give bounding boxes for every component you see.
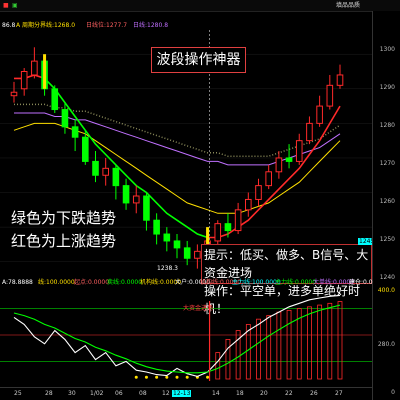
menu-icon[interactable]: ■ [3,2,9,9]
window-icon[interactable]: ▣ [12,2,18,9]
x-tick: 25 [14,390,22,397]
candle-body [265,171,272,187]
ind-axis-bot: 0 [391,389,395,396]
inflow-bar [266,315,272,380]
info-day-level: 日线位:1277.7 [86,22,128,29]
candle-body [92,160,99,176]
inflow-bar [286,309,292,380]
low-price-marker: 1238.3 [157,265,178,272]
inflow-bar [327,302,333,380]
candle-body [224,223,232,232]
candle-body [194,250,201,259]
tip-line-buy: 提示：低买、做多、B信号、大资金进场 [204,248,369,280]
signal-bar [43,54,47,89]
ma-yellow-line [13,122,341,214]
x-tick: 26 [310,390,318,397]
candle-body [275,157,283,173]
indicator-info-bar: 86.8 A 周期分界线:1268.0 日线位:1277.7 日线:1280.8 [0,22,372,30]
trend-line-up-start [14,74,45,80]
candle-body [122,185,130,204]
info-day-line: 日线:1280.8 [133,22,169,29]
toolbar-right-label[interactable]: 填品品质 [336,2,360,9]
x-tick: 14 [212,390,220,397]
candle-body [153,219,160,235]
bottom-signal-dot [144,375,148,379]
bottom-signal-dot [155,375,159,379]
trading-window: ■ ▣ 填品品质 86.8 A 周期分界线:1268.0 日线位:1277.7 … [0,0,400,400]
candle-body [285,157,293,162]
top-toolbar: ■ ▣ 填品品质 [0,0,400,12]
candle-body [173,240,181,249]
inflow-bar [225,339,231,380]
candle-body [326,84,334,107]
inflow-bar [307,306,312,380]
x-tick: 27 [335,390,343,397]
inflow-bar [245,324,251,380]
candle-body [51,88,59,111]
candle-body [112,167,120,187]
x-tick: 30 [68,390,76,397]
x-tick: 18 [236,390,244,397]
price-axis: 1300 1290 1280 1270 1260 1250 1240 400.0… [372,11,400,400]
title-banner: 波段操作神器 [151,47,246,73]
y-tick: 1260 [379,198,395,205]
x-tick: 20 [260,390,268,397]
inflow-bar [337,301,343,380]
candle-body [245,198,252,211]
tip-box: 提示：低买、做多、B信号、大资金进场 操作：平空单，进多单绝好时机！ [201,244,372,316]
candle-body [102,167,109,176]
candle-body [132,195,140,204]
candle-body [295,140,303,162]
inflow-bar [256,318,261,380]
candle-body [336,74,344,86]
candle-body [31,60,38,76]
inflow-bar [215,352,221,380]
ind-axis-top: 400.0 [377,287,395,294]
candle-body [71,126,79,138]
candle-body [316,105,323,124]
candle-body [214,223,222,242]
candle-body [82,136,89,162]
candle-body [183,247,191,259]
bottom-signal-dot [206,375,210,379]
candle-body [61,109,69,128]
candle-body [163,233,171,242]
bottom-signal-dot [185,375,189,379]
info-value: 86.8 [2,22,16,29]
info-boundary: A 周期分界线:1268.0 [16,22,76,29]
candle-body [20,71,28,90]
y-tick: 1300 [379,46,395,53]
oscillator-chart[interactable] [0,281,372,387]
x-tick: 1/02 [90,390,104,397]
legend-uptrend: 红色为上涨趋势 [11,232,117,250]
date-axis: 25 28 30 1/02 06 08 12 14 18 20 22 26 27… [0,387,372,400]
x-tick: 08 [139,390,147,397]
candle-body [306,122,313,142]
candle-body [234,209,242,232]
candle-body [255,185,262,200]
candle-body [143,195,150,221]
y-tick: 1280 [379,122,395,129]
y-tick: 1240 [379,274,395,281]
inflow-bar [276,311,282,380]
y-tick: 1270 [379,160,395,167]
date-cursor-marker: 12-13 [172,390,192,397]
candle-body [10,91,18,97]
x-tick: 06 [115,390,123,397]
bottom-signal-dot [175,375,179,379]
ind-axis-mid: 280.0 [377,341,395,348]
x-tick: 12 [162,390,170,397]
bottom-signal-dot [165,375,169,379]
signal-label: 大资金进场 [183,305,214,312]
bottom-signal-dot [134,375,138,379]
legend-downtrend: 绿色为下跌趋势 [11,209,117,227]
y-tick: 1250 [379,236,395,243]
inflow-bar [317,304,323,380]
x-tick: 28 [45,390,53,397]
y-tick: 1290 [379,84,395,91]
x-tick: 22 [285,390,293,397]
